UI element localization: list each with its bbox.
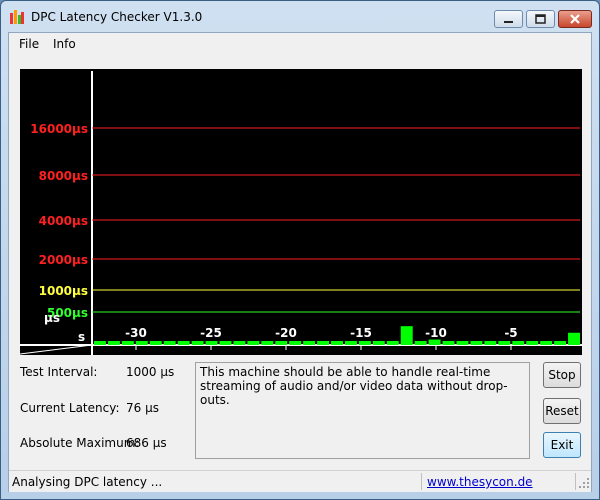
- latency-bar: [191, 341, 204, 345]
- latency-bar: [94, 341, 106, 345]
- reset-button[interactable]: Reset: [543, 398, 581, 424]
- latency-bar: [107, 341, 120, 345]
- x-tick-label: -15: [350, 326, 372, 340]
- latency-bar: [400, 326, 413, 345]
- y-tick-label: 2000µs: [39, 253, 88, 267]
- latency-bar: [135, 341, 148, 345]
- status-text: Analysing DPC latency ...: [12, 475, 163, 489]
- x-tick-label: -25: [200, 326, 222, 340]
- website-link[interactable]: www.thesycon.de: [427, 475, 533, 489]
- exit-button[interactable]: Exit: [543, 432, 581, 458]
- latency-bar: [317, 341, 330, 345]
- y-tick-label: 4000µs: [39, 214, 88, 228]
- latency-bar: [331, 341, 343, 345]
- status-bar: Analysing DPC latency ... www.thesycon.d…: [9, 470, 591, 492]
- latency-bar: [261, 341, 274, 345]
- x-tick-label: -20: [275, 326, 297, 340]
- latency-bar: [428, 339, 441, 345]
- latency-bar: [205, 341, 218, 345]
- absolute-maximum-value: 686 µs: [126, 436, 167, 450]
- latency-bar: [163, 341, 176, 345]
- close-icon: [570, 14, 580, 24]
- latency-bar: [149, 341, 162, 345]
- latency-bar: [247, 341, 260, 345]
- minimize-button[interactable]: [494, 10, 523, 28]
- y-tick-label: 16000µs: [30, 122, 88, 136]
- window-title: DPC Latency Checker V1.3.0: [31, 10, 203, 24]
- latency-bar: [470, 341, 483, 345]
- latency-bar: [526, 341, 539, 345]
- menu-bar: File Info: [9, 33, 591, 55]
- maximize-icon: [535, 14, 546, 24]
- app-window: DPC Latency Checker V1.3.0 File Info 160…: [0, 0, 600, 500]
- latency-bar: [512, 341, 525, 345]
- stop-button[interactable]: Stop: [543, 362, 581, 388]
- y-tick-label: 8000µs: [39, 169, 88, 183]
- latency-bar: [121, 341, 134, 345]
- x-tick-label: -10: [425, 326, 447, 340]
- latency-bar: [456, 341, 469, 345]
- x-tick-label: -30: [125, 326, 147, 340]
- y-tick-label: 1000µs: [39, 284, 88, 298]
- absolute-maximum-label: Absolute Maximum:: [20, 436, 140, 450]
- latency-bar: [414, 341, 427, 345]
- latency-bar: [498, 341, 511, 345]
- latency-bar: [303, 341, 316, 345]
- message-box: This machine should be able to handle re…: [195, 362, 530, 459]
- current-latency-label: Current Latency:: [20, 401, 120, 415]
- latency-bar: [554, 341, 567, 345]
- axis-corner-diagonal: [20, 344, 93, 355]
- latency-bar: [442, 341, 455, 345]
- latency-bar: [344, 341, 357, 345]
- title-bar[interactable]: DPC Latency Checker V1.3.0: [1, 1, 599, 32]
- test-interval-value: 1000 µs: [126, 365, 175, 379]
- latency-bar: [219, 341, 232, 345]
- x-tick-label: -5: [504, 326, 517, 340]
- close-button[interactable]: [558, 10, 592, 28]
- resize-grip-icon[interactable]: [579, 478, 589, 488]
- latency-graph-svg: 16000µs8000µs4000µs2000µs1000µs500µsµss -…: [20, 71, 582, 355]
- latency-bar: [372, 341, 385, 345]
- menu-file[interactable]: File: [19, 37, 39, 51]
- latency-bar: [484, 341, 497, 345]
- latency-bar: [540, 341, 553, 345]
- maximize-button[interactable]: [526, 10, 555, 28]
- latency-bar: [386, 341, 399, 345]
- test-interval-label: Test Interval:: [20, 365, 98, 379]
- axis-unit-s: s: [78, 330, 85, 344]
- current-latency-value: 76 µs: [126, 401, 159, 415]
- latency-bar: [275, 341, 288, 345]
- status-separator: [421, 473, 422, 490]
- status-separator: [575, 473, 576, 490]
- minimize-icon: [504, 21, 513, 23]
- latency-bar: [289, 341, 302, 345]
- latency-bar: [358, 341, 371, 345]
- latency-bar: [177, 341, 190, 345]
- menu-info[interactable]: Info: [53, 37, 76, 51]
- app-icon: [10, 10, 24, 24]
- client-area: File Info 16000µs 8000µs 4000µs 2000µs 1000µ…: [8, 32, 592, 492]
- axis-unit-us: µs: [44, 311, 60, 325]
- latency-bar: [568, 332, 580, 345]
- latency-bar: [233, 341, 246, 345]
- latency-graph: 16000µs 8000µs 4000µs 2000µs 1000µs 500µs µs s -…: [20, 69, 582, 355]
